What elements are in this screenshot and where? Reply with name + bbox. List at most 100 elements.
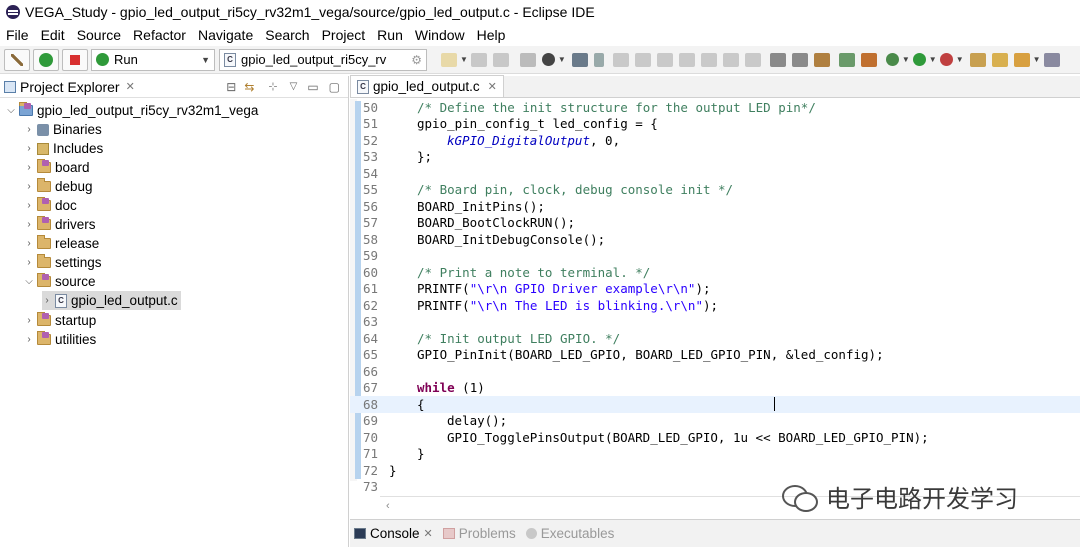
- minimize-icon[interactable]: ▭: [307, 80, 318, 94]
- code-line[interactable]: 72}: [350, 462, 1080, 479]
- tree-item-source[interactable]: ⌵ source: [24, 272, 96, 291]
- code-line-current[interactable]: 68 {: [350, 396, 1080, 413]
- external-tools-icon[interactable]: [939, 53, 953, 66]
- view-menu-icon[interactable]: ▽: [290, 81, 298, 92]
- code-line[interactable]: 59: [350, 248, 1080, 265]
- code-line[interactable]: 70 GPIO_TogglePinsOutput(BOARD_LED_GPIO, …: [350, 429, 1080, 446]
- menu-navigate[interactable]: Navigate: [192, 27, 259, 43]
- tree-item-debug[interactable]: › debug: [24, 177, 93, 196]
- tab-console[interactable]: Console ✕: [354, 526, 433, 541]
- code-line[interactable]: 57 BOARD_BootClockRUN();: [350, 215, 1080, 232]
- code-line[interactable]: 69 delay();: [350, 413, 1080, 430]
- chevron-right-icon[interactable]: ›: [24, 124, 34, 135]
- code-line[interactable]: 56 BOARD_InitPins();: [350, 198, 1080, 215]
- stop-button[interactable]: [62, 48, 88, 71]
- close-icon[interactable]: ✕: [126, 80, 135, 93]
- code-line[interactable]: 64 /* Init output LED GPIO. */: [350, 330, 1080, 347]
- tree-item-drivers[interactable]: › drivers: [24, 215, 96, 234]
- tab-problems[interactable]: Problems: [442, 526, 516, 541]
- suspend-icon[interactable]: [700, 52, 717, 67]
- chevron-right-icon[interactable]: ›: [24, 200, 34, 211]
- menu-file[interactable]: File: [0, 27, 35, 43]
- next-annotation-icon[interactable]: [769, 52, 786, 67]
- restart-icon[interactable]: [744, 52, 761, 67]
- quick-launch-icon[interactable]: [1013, 52, 1030, 67]
- terminal-icon[interactable]: [571, 52, 588, 67]
- menu-search[interactable]: Search: [259, 27, 315, 43]
- tree-item-settings[interactable]: › settings: [24, 253, 102, 272]
- resume-icon[interactable]: [678, 52, 695, 67]
- tree-item-gpio-led-output-c[interactable]: › C gpio_led_output.c: [42, 291, 181, 310]
- list-icon[interactable]: [791, 52, 808, 67]
- menu-run[interactable]: Run: [371, 27, 409, 43]
- project-explorer-tab[interactable]: Project Explorer ✕ ⊟ ⇆ ⊹ ▽ ▭ ▢: [0, 76, 348, 98]
- code-line[interactable]: 67 while (1): [350, 380, 1080, 397]
- chevron-right-icon[interactable]: ›: [24, 257, 34, 268]
- run-icon[interactable]: [912, 53, 926, 66]
- run-mode-select[interactable]: Run ▼: [91, 48, 215, 71]
- collapse-all-icon[interactable]: ⊟: [226, 80, 236, 94]
- print-icon[interactable]: [519, 52, 536, 67]
- filter-icon[interactable]: ⊹: [268, 80, 277, 93]
- chevron-right-icon[interactable]: ›: [24, 181, 34, 192]
- code-line[interactable]: 51 gpio_pin_config_t led_config = {: [350, 116, 1080, 133]
- code-line[interactable]: 66: [350, 363, 1080, 380]
- code-line[interactable]: 65 GPIO_PinInit(BOARD_LED_GPIO, BOARD_LED…: [350, 347, 1080, 364]
- debug-icon[interactable]: [885, 53, 899, 66]
- code-line[interactable]: 62 PRINTF("\r\n The LED is blinking.\r\n"…: [350, 297, 1080, 314]
- code-line[interactable]: 63: [350, 314, 1080, 331]
- link-icon[interactable]: [838, 52, 855, 67]
- search-icon[interactable]: [1043, 52, 1060, 67]
- new-project-icon[interactable]: [969, 52, 986, 67]
- link-editor-icon[interactable]: ⇆: [244, 80, 254, 94]
- tree-item-utilities[interactable]: › utilities: [24, 330, 96, 349]
- close-icon[interactable]: ✕: [488, 80, 497, 93]
- save-icon[interactable]: [470, 52, 487, 67]
- menu-refactor[interactable]: Refactor: [127, 27, 192, 43]
- scroll-left-icon[interactable]: ‹: [386, 500, 390, 512]
- step-over-icon[interactable]: [634, 52, 651, 67]
- code-line[interactable]: 52 kGPIO_DigitalOutput, 0,: [350, 132, 1080, 149]
- step-into-icon[interactable]: [612, 52, 629, 67]
- chevron-right-icon[interactable]: ›: [24, 238, 34, 249]
- tree-item-release[interactable]: › release: [24, 234, 99, 253]
- tree-item-board[interactable]: › board: [24, 158, 90, 177]
- editor-tab-gpio-led-output-c[interactable]: C gpio_led_output.c ✕: [350, 75, 504, 97]
- chevron-right-icon[interactable]: ›: [42, 295, 52, 306]
- tab-executables[interactable]: Executables: [525, 526, 614, 541]
- code-line[interactable]: 50 /* Define the init structure for the o…: [350, 99, 1080, 116]
- connect-icon[interactable]: [813, 52, 830, 67]
- chevron-right-icon[interactable]: ›: [24, 143, 34, 154]
- chevron-right-icon[interactable]: ›: [24, 334, 34, 345]
- code-line[interactable]: 53};: [350, 149, 1080, 166]
- launch-button[interactable]: [33, 48, 59, 71]
- menu-project[interactable]: Project: [316, 27, 372, 43]
- user-icon[interactable]: [541, 53, 555, 66]
- save-all-icon[interactable]: [492, 52, 509, 67]
- chevron-down-icon[interactable]: ⌵: [6, 105, 16, 116]
- tree-item-doc[interactable]: › doc: [24, 196, 77, 215]
- tree-item-binaries[interactable]: › Binaries: [24, 120, 101, 139]
- maximize-icon[interactable]: ▢: [329, 80, 340, 94]
- chevron-down-icon[interactable]: ⌵: [24, 276, 34, 287]
- step-return-icon[interactable]: [656, 52, 673, 67]
- menu-help[interactable]: Help: [471, 27, 512, 43]
- code-line[interactable]: 71}: [350, 446, 1080, 463]
- tree-item-startup[interactable]: › startup: [24, 311, 96, 330]
- tree-item-includes[interactable]: › Includes: [24, 139, 103, 158]
- code-line[interactable]: 61 PRINTF("\r\n GPIO Driver example\r\n")…: [350, 281, 1080, 298]
- open-folder-icon[interactable]: [991, 52, 1008, 67]
- menu-edit[interactable]: Edit: [35, 27, 71, 43]
- code-line[interactable]: 54: [350, 165, 1080, 182]
- pin-icon[interactable]: [593, 52, 604, 67]
- tree-project[interactable]: ⌵ gpio_led_output_ri5cy_rv32m1_vega: [6, 101, 258, 120]
- build-button[interactable]: [4, 48, 30, 71]
- code-line[interactable]: 55 /* Board pin, clock, debug console ini…: [350, 182, 1080, 199]
- launch-target-select[interactable]: C gpio_led_output_ri5cy_rv ⚙: [219, 48, 427, 71]
- menu-window[interactable]: Window: [409, 27, 471, 43]
- new-icon[interactable]: [441, 52, 457, 67]
- build-config-icon[interactable]: [860, 52, 877, 67]
- menu-source[interactable]: Source: [71, 27, 127, 43]
- code-line[interactable]: 58 BOARD_InitDebugConsole();: [350, 231, 1080, 248]
- code-line[interactable]: 60 /* Print a note to terminal. */: [350, 264, 1080, 281]
